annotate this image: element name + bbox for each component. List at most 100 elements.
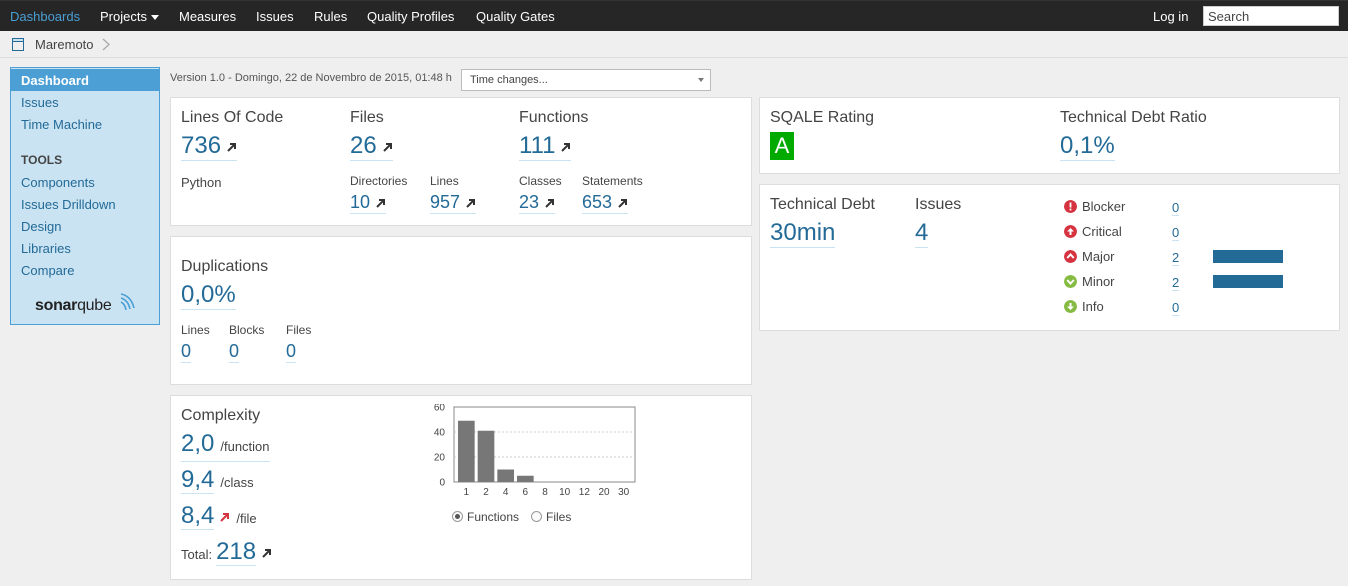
sidebar-item-issues-drilldown[interactable]: Issues Drilldown	[11, 193, 159, 215]
complexity-total: Total: 218	[181, 538, 272, 569]
lines-value[interactable]: 957	[430, 191, 477, 214]
complexity-title: Complexity	[181, 407, 261, 424]
severity-count[interactable]: 2	[1172, 275, 1180, 291]
functions-value[interactable]: 111	[519, 132, 572, 161]
technical-debt-value[interactable]: 30min	[770, 219, 836, 248]
total-label: Total:	[181, 547, 213, 562]
radio-files[interactable]: Files	[531, 510, 571, 524]
time-changes-select[interactable]: Time changes...	[461, 69, 711, 91]
lines-number: 957	[430, 192, 461, 212]
trend-up-red-icon	[220, 512, 230, 522]
sonarqube-logo: sonarqube	[35, 291, 145, 321]
critical-icon	[1064, 225, 1077, 238]
radio-files-label: Files	[546, 510, 572, 524]
nav-issues[interactable]: Issues	[256, 9, 294, 24]
severity-label: Info	[1082, 299, 1104, 314]
info-icon	[1064, 300, 1077, 313]
classes-label: Classes	[519, 174, 562, 188]
chart-bar	[458, 420, 475, 482]
dup-files-value[interactable]: 0	[286, 340, 297, 363]
blocker-icon	[1064, 200, 1077, 213]
dup-lines-value[interactable]: 0	[181, 340, 192, 363]
sidebar-item-components[interactable]: Components	[11, 171, 159, 193]
severity-row-major: Major 2	[1064, 249, 1314, 267]
nav-rules[interactable]: Rules	[314, 9, 347, 24]
nav-quality-gates[interactable]: Quality Gates	[476, 9, 555, 24]
statements-label: Statements	[582, 174, 643, 188]
top-navbar: Dashboards Projects Measures Issues Rule…	[0, 0, 1348, 31]
sidebar-item-libraries[interactable]: Libraries	[11, 237, 159, 259]
chart-xtick-label: 1	[464, 487, 470, 498]
severity-count[interactable]: 0	[1172, 300, 1180, 316]
size-widget: Lines Of Code 736 Python Files 26 Functi…	[170, 97, 752, 226]
loc-value[interactable]: 736	[181, 132, 238, 161]
duplications-value[interactable]: 0,0%	[181, 281, 236, 310]
project-icon	[12, 38, 24, 51]
per-file-unit: /file	[236, 511, 257, 526]
trend-up-icon	[561, 142, 571, 152]
sqale-widget: SQALE Rating A Technical Debt Ratio 0,1%	[759, 97, 1340, 174]
sidebar-item-compare[interactable]: Compare	[11, 259, 159, 281]
per-function-value[interactable]: 2,0	[181, 430, 214, 457]
classes-value[interactable]: 23	[519, 191, 556, 214]
major-icon	[1064, 250, 1077, 263]
per-function-unit: /function	[220, 439, 270, 454]
duplications-title: Duplications	[181, 258, 269, 275]
statements-value[interactable]: 653	[582, 191, 629, 214]
debt-ratio-value[interactable]: 0,1%	[1060, 132, 1115, 161]
debt-ratio-title: Technical Debt Ratio	[1060, 109, 1207, 126]
trend-up-icon	[376, 198, 386, 208]
chart-xtick-label: 12	[579, 487, 591, 498]
chart-xtick-label: 8	[542, 487, 548, 498]
total-value[interactable]: 218	[216, 538, 257, 566]
issues-value[interactable]: 4	[915, 219, 929, 248]
severity-label: Blocker	[1082, 199, 1126, 214]
sidebar-tools-heading: TOOLS	[21, 153, 63, 167]
files-value[interactable]: 26	[350, 132, 393, 161]
per-file-value[interactable]: 8,4	[181, 502, 215, 530]
severity-count[interactable]: 2	[1172, 250, 1180, 266]
login-link[interactable]: Log in	[1153, 9, 1188, 24]
sidebar-item-time-machine[interactable]: Time Machine	[11, 113, 159, 135]
breadcrumb-project[interactable]: Maremoto	[35, 37, 94, 52]
directories-label: Directories	[350, 174, 408, 188]
severity-count[interactable]: 0	[1172, 200, 1180, 216]
dup-blocks-value[interactable]: 0	[229, 340, 240, 363]
nav-quality-profiles[interactable]: Quality Profiles	[367, 9, 454, 24]
severity-row-critical: Critical 0	[1064, 224, 1314, 242]
sidebar-item-issues[interactable]: Issues	[11, 91, 159, 113]
chart-xtick-label: 20	[598, 487, 610, 498]
trend-up-icon	[545, 198, 555, 208]
logo-text-normal: qube	[77, 297, 112, 314]
chevron-right-icon	[102, 38, 110, 51]
complexity-per-function: 2,0/function	[181, 430, 270, 462]
caret-down-icon	[150, 15, 159, 21]
severity-count[interactable]: 0	[1172, 225, 1180, 241]
lines-label: Lines	[430, 174, 459, 188]
directories-value[interactable]: 10	[350, 191, 387, 214]
trend-up-icon	[466, 198, 476, 208]
sidebar-item-dashboard[interactable]: Dashboard	[11, 69, 159, 91]
nav-projects[interactable]: Projects	[100, 9, 159, 24]
statements-number: 653	[582, 192, 613, 212]
nav-dashboards[interactable]: Dashboards	[10, 9, 80, 24]
trend-up-icon	[227, 142, 237, 152]
severity-row-blocker: Blocker 0	[1064, 199, 1314, 217]
radio-functions[interactable]: Functions	[452, 510, 519, 524]
version-text: Version 1.0 - Domingo, 22 de Novembro de…	[170, 72, 452, 84]
dup-blocks-label: Blocks	[229, 323, 265, 337]
severity-row-minor: Minor 2	[1064, 274, 1314, 292]
sidebar: Dashboard Issues Time Machine TOOLS Comp…	[10, 67, 160, 325]
search-input[interactable]	[1203, 6, 1339, 26]
severity-bar	[1213, 275, 1283, 288]
chart-xtick-label: 10	[559, 487, 571, 498]
sidebar-item-design[interactable]: Design	[11, 215, 159, 237]
chart-ytick-label: 40	[434, 428, 446, 439]
per-class-value[interactable]: 9,4	[181, 466, 215, 494]
chart-ytick-label: 60	[434, 404, 446, 414]
nav-measures[interactable]: Measures	[179, 9, 236, 24]
sqale-rating-title: SQALE Rating	[770, 109, 875, 126]
sqale-rating-badge[interactable]: A	[770, 132, 794, 160]
chart-bar	[497, 469, 514, 482]
classes-number: 23	[519, 192, 540, 212]
